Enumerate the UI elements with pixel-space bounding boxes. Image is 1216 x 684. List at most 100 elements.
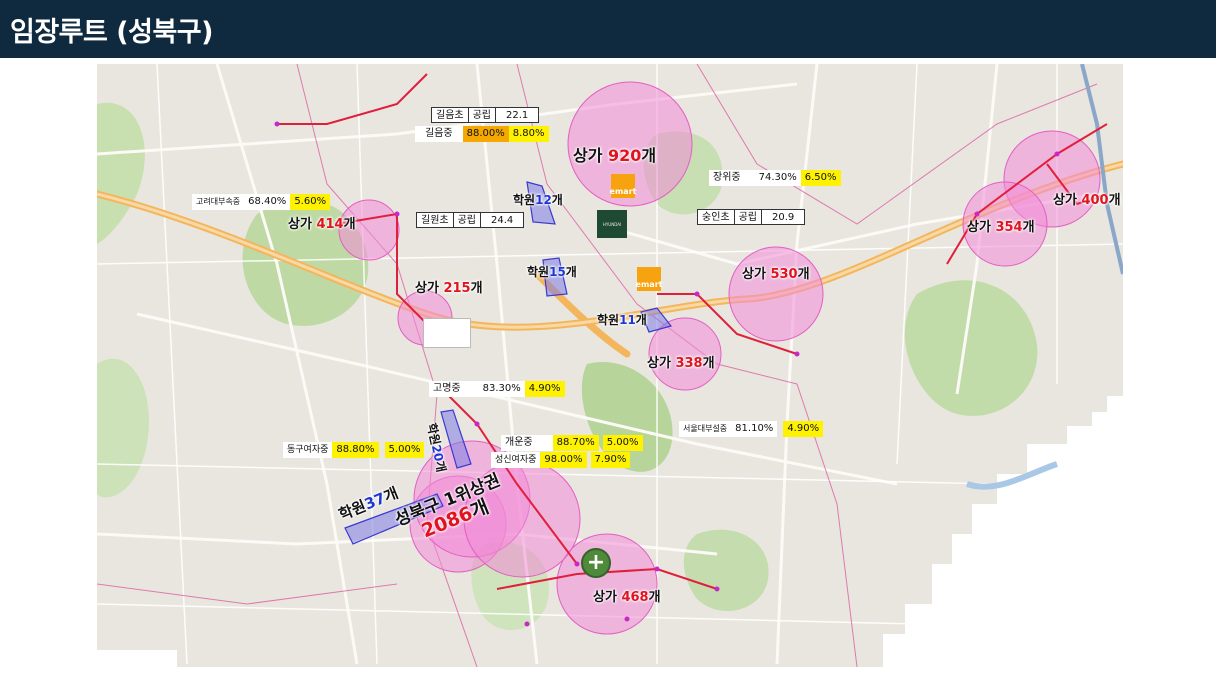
hyundai-logo-icon[interactable]: HYUNDAI [597, 210, 627, 238]
hyundai-logo-text: HYUNDAI [602, 221, 622, 227]
school-name: 개운중 [501, 435, 553, 451]
academy-label-15: 학원15개 [527, 266, 577, 278]
label-prefix: 상가 [742, 267, 771, 282]
middle-school-box-korea-univ: 고려대부속중 68.40% 5.60% [192, 194, 331, 210]
school-value: 20.9 [762, 209, 806, 225]
rate-2: 5.00% [384, 442, 425, 458]
rate-1: 81.10% [731, 421, 778, 437]
map-area[interactable]: 상가 920개 상가 400개 상가 354개 상가 414개 상가 530개 … [97, 64, 1123, 667]
rate-2: 5.00% [602, 435, 643, 451]
emart-logo-text: emart [609, 187, 637, 196]
school-name: 길원초 [416, 212, 454, 228]
commercial-label-530: 상가 530개 [742, 268, 810, 281]
label-suffix: 개 [641, 146, 657, 165]
label-suffix: 개 [1108, 193, 1121, 208]
school-name: 길음중 [415, 126, 463, 142]
school-name: 고려대부속중 [192, 194, 245, 210]
school-value: 22.1 [496, 107, 540, 123]
rate-1: 83.30% [478, 381, 525, 397]
school-name: 동구여자중 [283, 442, 333, 458]
school-box-sungin-elem: 숭인초 공립 20.9 [697, 209, 806, 225]
label-suffix: 개 [343, 217, 356, 232]
rate-2: 5.60% [290, 194, 331, 210]
label-count: 920 [608, 146, 642, 165]
school-name: 서울대부설중 [679, 421, 732, 437]
school-value: 24.4 [481, 212, 525, 228]
commercial-label-468: 상가 468개 [593, 591, 661, 604]
hospital-cross-icon[interactable]: + [581, 548, 611, 578]
middle-school-box-gaeun: 개운중 88.70% 5.00% [501, 435, 643, 451]
middle-school-box-sungshin-girls: 성신여자중 98.00% 7.90% [491, 452, 631, 468]
commercial-zone-530 [728, 246, 824, 342]
school-name: 장위중 [709, 170, 755, 186]
label-count: 11 [619, 313, 636, 327]
label-prefix: 상가 [415, 281, 444, 296]
school-type: 공립 [453, 212, 482, 228]
school-box-gilwon-elem: 길원초 공립 24.4 [416, 212, 525, 228]
label-count: 12 [535, 193, 552, 207]
middle-school-box-gomyeong: 고명중 83.30% 4.90% [429, 381, 565, 397]
rate-1: 88.70% [552, 435, 599, 451]
middle-school-box-jangwi: 장위중 74.30% 6.50% [709, 170, 841, 186]
label-prefix: 상가 [647, 356, 676, 371]
hospital-cross-symbol: + [586, 550, 606, 575]
commercial-label-354: 상가 354개 [967, 221, 1035, 234]
rate-2: 4.90% [524, 381, 565, 397]
label-prefix: 학원 [513, 193, 536, 207]
academy-label-12: 학원12개 [513, 194, 563, 206]
label-suffix: 개 [702, 356, 715, 371]
page-header: 임장루트 (성북구) [0, 0, 1216, 58]
emart-logo-icon[interactable]: emart [609, 174, 637, 198]
commercial-label-338: 상가 338개 [647, 357, 715, 370]
school-type: 공립 [734, 209, 763, 225]
commercial-label-400: 상가 400개 [1053, 194, 1121, 207]
label-count: 468 [621, 590, 649, 605]
label-prefix: 상가 [573, 146, 609, 165]
rate-1: 68.40% [244, 194, 291, 210]
label-suffix: 개 [797, 267, 810, 282]
label-suffix: 개 [565, 265, 577, 279]
label-prefix: 학원 [527, 265, 550, 279]
label-count: 15 [549, 265, 566, 279]
label-prefix: 상가 [593, 590, 622, 605]
school-type: 공립 [468, 107, 497, 123]
label-count: 414 [316, 217, 344, 232]
middle-school-box-snu-affiliated: 서울대부설중 81.10% 4.90% [679, 421, 824, 437]
label-count: 215 [443, 281, 471, 296]
emart-logo-icon[interactable]: emart [635, 267, 663, 291]
rate-2: 8.80% [508, 126, 549, 142]
page-title: 임장루트 (성북구) [10, 16, 213, 48]
commercial-label-215: 상가 215개 [415, 282, 483, 295]
label-prefix: 상가 [288, 217, 317, 232]
rate-1: 98.00% [540, 452, 587, 468]
label-suffix: 개 [470, 281, 483, 296]
middle-school-box-donggu-girls: 동구여자중 88.80% 5.00% [283, 442, 425, 458]
school-name: 성신여자중 [491, 452, 541, 468]
rate-1: 74.30% [754, 170, 801, 186]
school-name: 고명중 [429, 381, 479, 397]
label-count: 338 [675, 356, 703, 371]
label-suffix: 개 [1022, 220, 1035, 235]
rate-1: 88.80% [332, 442, 379, 458]
academy-label-11: 학원11개 [597, 314, 647, 326]
label-count: 530 [770, 267, 798, 282]
rate-2: 6.50% [800, 170, 841, 186]
label-suffix: 개 [635, 313, 647, 327]
label-suffix: 개 [551, 193, 563, 207]
label-prefix: 상가 [967, 220, 996, 235]
school-name: 숭인초 [697, 209, 735, 225]
label-suffix: 개 [648, 590, 661, 605]
label-count: 400 [1081, 193, 1109, 208]
commercial-label-920: 상가 920개 [573, 148, 656, 164]
school-box-gileum-elem: 길음초 공립 22.1 [431, 107, 540, 123]
rate-2: 4.90% [783, 421, 824, 437]
middle-school-box-gileum: 길음중 88.00% 8.80% [415, 126, 549, 142]
commercial-label-414: 상가 414개 [288, 218, 356, 231]
label-count: 354 [995, 220, 1023, 235]
label-prefix: 상가 [1053, 193, 1082, 208]
map-info-card[interactable] [423, 318, 471, 348]
rate-2: 7.90% [590, 452, 631, 468]
school-name: 길음초 [431, 107, 469, 123]
emart-logo-text: emart [635, 280, 663, 289]
label-prefix: 학원 [597, 313, 620, 327]
